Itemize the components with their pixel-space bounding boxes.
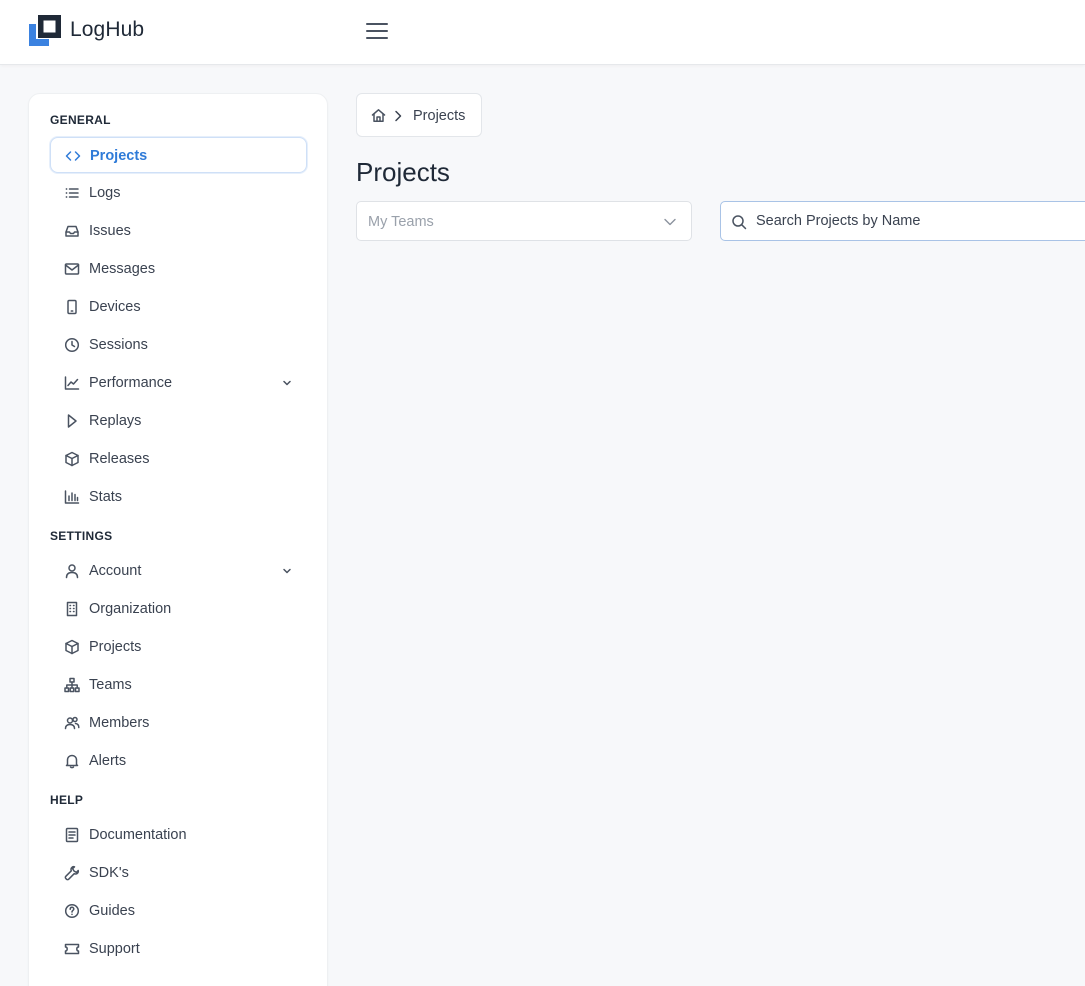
sidebar-item-label: SDK's	[89, 865, 129, 881]
document-icon	[64, 827, 80, 843]
hamburger-icon[interactable]	[364, 19, 390, 43]
sidebar-item-issues[interactable]: Issues	[50, 213, 307, 249]
sidebar-item-label: Issues	[89, 223, 131, 239]
sidebar-item-teams[interactable]: Teams	[50, 667, 307, 703]
sidebar-item-releases[interactable]: Releases	[50, 441, 307, 477]
sidebar-item-support[interactable]: Support	[50, 931, 307, 967]
section-title-help: HELP	[50, 793, 84, 807]
search-box	[720, 201, 1085, 241]
sidebar-item-label: Releases	[89, 451, 150, 467]
top-bar: LogHub	[0, 0, 1085, 65]
clock-icon	[64, 337, 80, 353]
package-icon	[64, 451, 80, 467]
sidebar-item-label: Stats	[89, 489, 123, 505]
sidebar-item-documentation[interactable]: Documentation	[50, 817, 307, 853]
sidebar-item-label: Documentation	[89, 827, 187, 843]
phone-icon	[64, 299, 80, 315]
sidebar-item-projects[interactable]: Projects	[50, 137, 307, 173]
sidebar-item-label: Alerts	[89, 753, 127, 769]
sidebar-item-alerts[interactable]: Alerts	[50, 743, 307, 779]
search-icon	[731, 214, 747, 230]
sidebar-item-label: Organization	[89, 601, 172, 617]
team-select[interactable]: My Teams	[356, 201, 692, 241]
sidebar-item-label: Projects	[90, 148, 148, 164]
sidebar-item-guides[interactable]: Guides	[50, 893, 307, 929]
page-title: Projects	[356, 157, 450, 187]
hierarchy-icon	[64, 677, 80, 693]
sidebar-item-label: Members	[89, 715, 150, 731]
section-title-general: GENERAL	[50, 113, 111, 127]
sidebar-item-label: Performance	[89, 375, 173, 391]
sidebar-item-label: Guides	[89, 903, 135, 919]
loghub-logo-icon[interactable]	[28, 14, 62, 48]
sidebar-item-members[interactable]: Members	[50, 705, 307, 741]
sidebar-item-devices[interactable]: Devices	[50, 289, 307, 325]
brand-name[interactable]: LogHub	[70, 18, 144, 42]
inbox-icon	[64, 223, 80, 239]
chevron-down-icon[interactable]	[281, 565, 293, 577]
sidebar-item-label: Devices	[89, 299, 141, 315]
help-circle-icon	[64, 903, 80, 919]
bar-chart-icon	[64, 489, 80, 505]
chevron-down-icon	[663, 216, 677, 228]
mail-icon	[64, 261, 80, 277]
team-select-placeholder: My Teams	[368, 214, 434, 230]
sidebar-item-sessions[interactable]: Sessions	[50, 327, 307, 363]
sidebar-item-sdks[interactable]: SDK's	[50, 855, 307, 891]
sidebar-item-label: Sessions	[89, 337, 148, 353]
search-input[interactable]	[756, 202, 1085, 240]
line-chart-icon	[64, 375, 80, 391]
sidebar-item-replays[interactable]: Replays	[50, 403, 307, 439]
section-title-settings: SETTINGS	[50, 529, 113, 543]
users-icon	[64, 715, 80, 731]
sidebar-item-label: Teams	[89, 677, 132, 693]
sidebar-item-label: Account	[89, 563, 142, 579]
wrench-icon	[64, 865, 80, 881]
home-icon[interactable]	[371, 108, 386, 123]
sidebar-item-performance[interactable]: Performance	[50, 365, 307, 401]
sidebar-item-label: Replays	[89, 413, 142, 429]
bell-icon	[64, 753, 80, 769]
sidebar-item-label: Projects	[89, 639, 142, 655]
sidebar-item-messages[interactable]: Messages	[50, 251, 307, 287]
ticket-icon	[64, 941, 80, 957]
chevron-right-icon	[393, 109, 403, 123]
list-icon	[64, 185, 80, 201]
code-icon	[65, 148, 81, 164]
sidebar-item-settings-projects[interactable]: Projects	[50, 629, 307, 665]
user-icon	[64, 563, 80, 579]
chevron-down-icon[interactable]	[281, 377, 293, 389]
sidebar: GENERAL Projects Logs Issues Messages De…	[28, 93, 328, 986]
sidebar-item-organization[interactable]: Organization	[50, 591, 307, 627]
sidebar-item-label: Messages	[89, 261, 156, 277]
building-icon	[64, 601, 80, 617]
sidebar-item-stats[interactable]: Stats	[50, 479, 307, 515]
breadcrumb-current: Projects	[413, 108, 466, 124]
package-icon	[64, 639, 80, 655]
play-icon	[64, 413, 80, 429]
breadcrumb: Projects	[356, 93, 482, 137]
sidebar-item-account[interactable]: Account	[50, 553, 307, 589]
sidebar-item-label: Logs	[89, 185, 121, 201]
sidebar-item-logs[interactable]: Logs	[50, 175, 307, 211]
sidebar-item-label: Support	[89, 941, 140, 957]
